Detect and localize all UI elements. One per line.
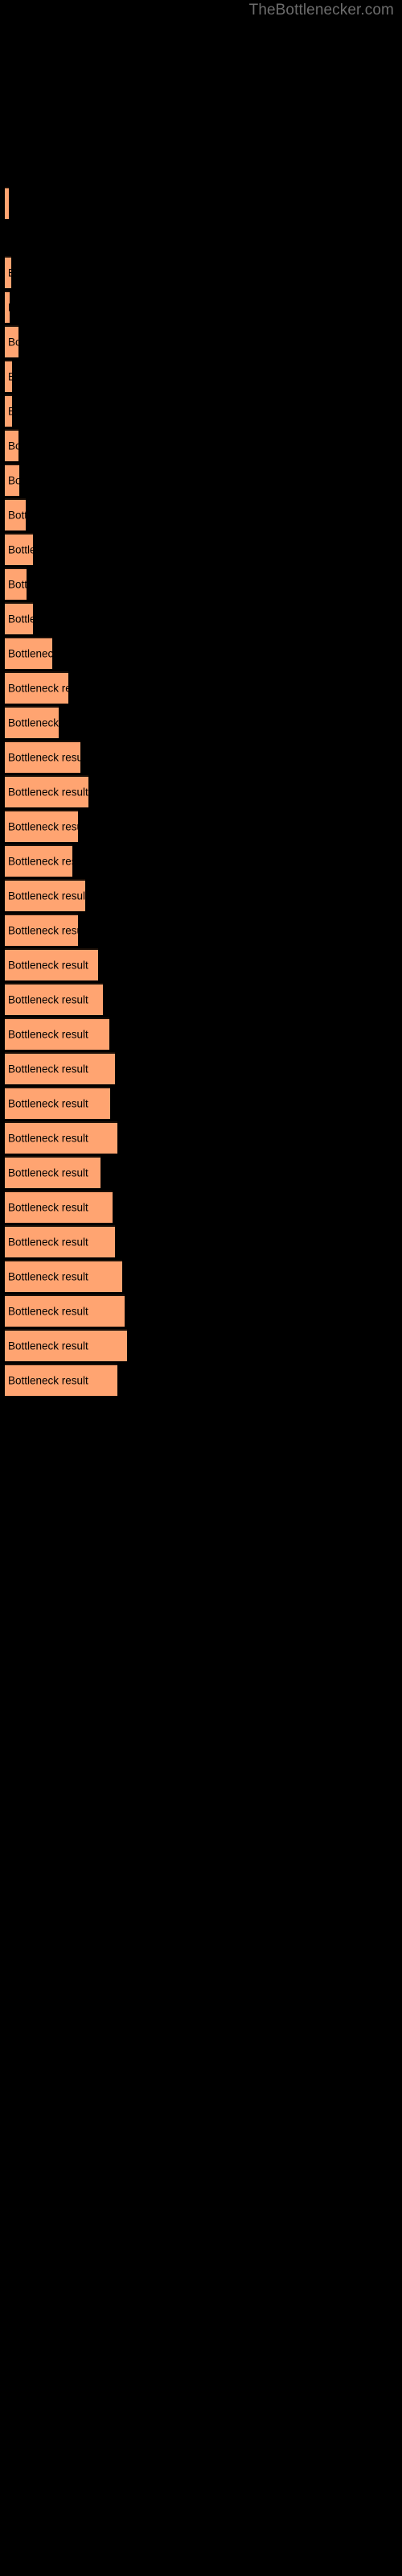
chart-bar-label: Bottleneck result	[8, 924, 78, 937]
chart-bar[interactable]: Bottleneck result	[5, 394, 12, 427]
chart-bar-label: Bottleneck result	[8, 751, 80, 764]
chart-bar-label: Bottleneck result	[8, 1097, 88, 1110]
chart-bar-label: Bottleneck result	[8, 1201, 88, 1214]
chart-bar-label: Bottleneck result	[8, 474, 19, 487]
chart-bar-label: Bottleneck result	[8, 509, 26, 522]
bottleneck-bar-chart-page: TheBottlenecker.com Bottleneck resultBot…	[0, 0, 402, 2576]
chart-bar[interactable]: Bottleneck result	[5, 1294, 125, 1327]
chart-bar[interactable]: Bottleneck result	[5, 602, 33, 634]
chart-bar[interactable]: Bottleneck result	[5, 637, 52, 669]
chart-bar-label: Bottleneck result	[8, 336, 18, 349]
chart-bar[interactable]: Bottleneck result	[5, 948, 98, 980]
chart-bar-label: Bottleneck result	[8, 1270, 88, 1283]
chart-bar[interactable]: Bottleneck result	[5, 1087, 110, 1119]
chart-bar[interactable]: Bottleneck result	[5, 775, 88, 807]
chart-bar-label: Bottleneck result	[8, 786, 88, 799]
chart-bar-label: Bottleneck result	[8, 267, 11, 279]
chart-bar[interactable]: Bottleneck result	[5, 533, 33, 565]
chart-bar-label: Bottleneck result	[8, 302, 10, 313]
chart-bar[interactable]: Bottleneck result	[5, 1260, 122, 1292]
chart-bar[interactable]: Bottleneck result	[5, 568, 27, 600]
chart-bar[interactable]: Bottleneck result	[5, 1225, 115, 1257]
chart-bar-label: Bottleneck result	[8, 959, 88, 972]
chart-bar-label: Bottleneck result	[8, 890, 85, 902]
chart-bar[interactable]: Bottleneck result	[5, 1156, 100, 1188]
chart-bar[interactable]: Bottleneck result	[5, 291, 10, 323]
chart-bar[interactable]: Bottleneck result	[5, 187, 9, 219]
chart-bar[interactable]: Bottleneck result	[5, 671, 68, 704]
chart-bar[interactable]: Bottleneck result	[5, 844, 72, 877]
chart-bar-label: Bottleneck result	[8, 440, 18, 452]
chart-bar-label: Bottleneck result	[8, 682, 68, 695]
chart-bar-label: Bottleneck result	[8, 993, 88, 1006]
chart-bar-label: Bottleneck result	[8, 371, 12, 382]
chart-bar-label: Bottleneck result	[8, 855, 72, 868]
chart-bar-label: Bottleneck result	[8, 1132, 88, 1145]
chart-bar-label: Bottleneck result	[8, 1340, 88, 1352]
chart-bar[interactable]: Bottleneck result	[5, 879, 85, 911]
chart-bar-label: Bottleneck result	[8, 406, 12, 417]
chart-bar-label: Bottleneck result	[8, 1374, 88, 1387]
chart-bar[interactable]: Bottleneck result	[5, 498, 26, 530]
chart-bar[interactable]: Bottleneck result	[5, 360, 12, 392]
chart-bar-label: Bottleneck result	[8, 1063, 88, 1075]
chart-bar-label: Bottleneck result	[8, 613, 33, 625]
chart-bar[interactable]: Bottleneck result	[5, 256, 11, 288]
chart-bar-label: Bottleneck result	[8, 716, 59, 729]
chart-bar[interactable]: Bottleneck result	[5, 1052, 115, 1084]
chart-bar[interactable]: Bottleneck result	[5, 1329, 127, 1361]
chart-bar-label: Bottleneck result	[8, 820, 78, 833]
chart-bar-label: Bottleneck result	[8, 198, 9, 209]
chart-bar-label: Bottleneck result	[8, 647, 52, 660]
chart-bar-label: Bottleneck result	[8, 578, 27, 591]
chart-bar-label: Bottleneck result	[8, 1236, 88, 1249]
chart-bar[interactable]: Bottleneck result	[5, 325, 18, 357]
chart-bar[interactable]: Bottleneck result	[5, 429, 18, 461]
chart-bar[interactable]: Bottleneck result	[5, 1364, 117, 1396]
chart-bar[interactable]: Bottleneck result	[5, 1018, 109, 1050]
chart-bar[interactable]: Bottleneck result	[5, 983, 103, 1015]
chart-bar-label: Bottleneck result	[8, 1166, 88, 1179]
chart-plot-area: Bottleneck result Bottleneck result Bottle…	[0, 0, 402, 2576]
chart-bar[interactable]: Bottleneck result	[5, 914, 78, 946]
chart-bar[interactable]: Bottleneck result	[5, 741, 80, 773]
chart-bar-label: Bottleneck result	[8, 1305, 88, 1318]
chart-bar[interactable]: Bottleneck result	[5, 464, 19, 496]
chart-bar[interactable]: Bottleneck result	[5, 706, 59, 738]
chart-bar-label: Bottleneck result	[8, 543, 33, 556]
chart-bar[interactable]: Bottleneck result	[5, 1121, 117, 1154]
chart-bar[interactable]: Bottleneck result	[5, 810, 78, 842]
chart-bar-label: Bottleneck result	[8, 1028, 88, 1041]
chart-bar[interactable]: Bottleneck result	[5, 1191, 113, 1223]
